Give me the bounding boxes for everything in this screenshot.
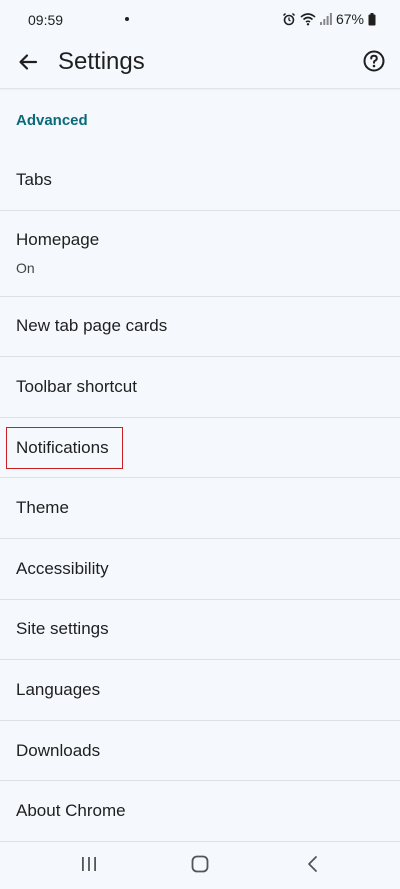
help-circle-icon xyxy=(362,49,386,78)
page-title: Settings xyxy=(58,48,145,75)
battery-icon xyxy=(368,12,376,26)
app-bar: Settings xyxy=(0,40,400,89)
back-button[interactable] xyxy=(14,50,42,78)
settings-item-tabs[interactable]: Tabs xyxy=(0,150,400,211)
settings-item-languages[interactable]: Languages xyxy=(0,660,400,721)
nav-back-icon xyxy=(304,855,322,878)
system-nav-bar xyxy=(0,843,400,889)
settings-item-about-chrome[interactable]: About Chrome xyxy=(0,781,400,842)
arrow-back-icon xyxy=(17,51,39,78)
home-button[interactable] xyxy=(185,851,215,881)
settings-item-theme[interactable]: Theme xyxy=(0,478,400,539)
settings-item-accessibility[interactable]: Accessibility xyxy=(0,539,400,600)
notification-dot-icon xyxy=(125,17,129,21)
settings-item-label: Homepage xyxy=(16,230,100,250)
settings-item-site-settings[interactable]: Site settings xyxy=(0,600,400,661)
settings-item-toolbar-shortcut[interactable]: Toolbar shortcut xyxy=(0,357,400,418)
settings-item-label: Theme xyxy=(16,498,69,518)
wifi-icon xyxy=(300,12,316,26)
status-bar: 09:59 67% xyxy=(0,0,400,40)
recents-button[interactable] xyxy=(74,851,104,881)
status-icons: 67% xyxy=(282,11,376,27)
settings-item-label: New tab page cards xyxy=(16,316,168,336)
settings-item-label: About Chrome xyxy=(16,801,126,821)
settings-item-label: Notifications xyxy=(16,437,109,457)
settings-item-downloads[interactable]: Downloads xyxy=(0,721,400,782)
alarm-icon xyxy=(282,12,296,26)
help-button[interactable] xyxy=(360,49,388,77)
signal-icon xyxy=(319,12,332,26)
settings-item-notifications[interactable]: Notifications xyxy=(0,418,400,479)
settings-item-label: Languages xyxy=(16,679,101,699)
settings-item-label: Site settings xyxy=(16,619,109,639)
home-icon xyxy=(191,855,209,878)
settings-item-label: Accessibility xyxy=(16,558,109,578)
settings-item-homepage[interactable]: Homepage On xyxy=(0,211,400,297)
recents-icon xyxy=(80,855,98,878)
section-header-advanced: Advanced xyxy=(16,112,88,129)
settings-item-new-tab-page-cards[interactable]: New tab page cards xyxy=(0,297,400,358)
settings-item-label: Toolbar shortcut xyxy=(16,376,137,396)
status-time: 09:59 xyxy=(28,12,64,28)
settings-item-label: Tabs xyxy=(16,169,52,189)
settings-list: Tabs Homepage On New tab page cards Tool… xyxy=(0,150,400,842)
settings-item-summary: On xyxy=(16,260,35,277)
nav-back-button[interactable] xyxy=(298,851,328,881)
battery-text: 67% xyxy=(335,11,364,27)
settings-item-label: Downloads xyxy=(16,740,101,760)
